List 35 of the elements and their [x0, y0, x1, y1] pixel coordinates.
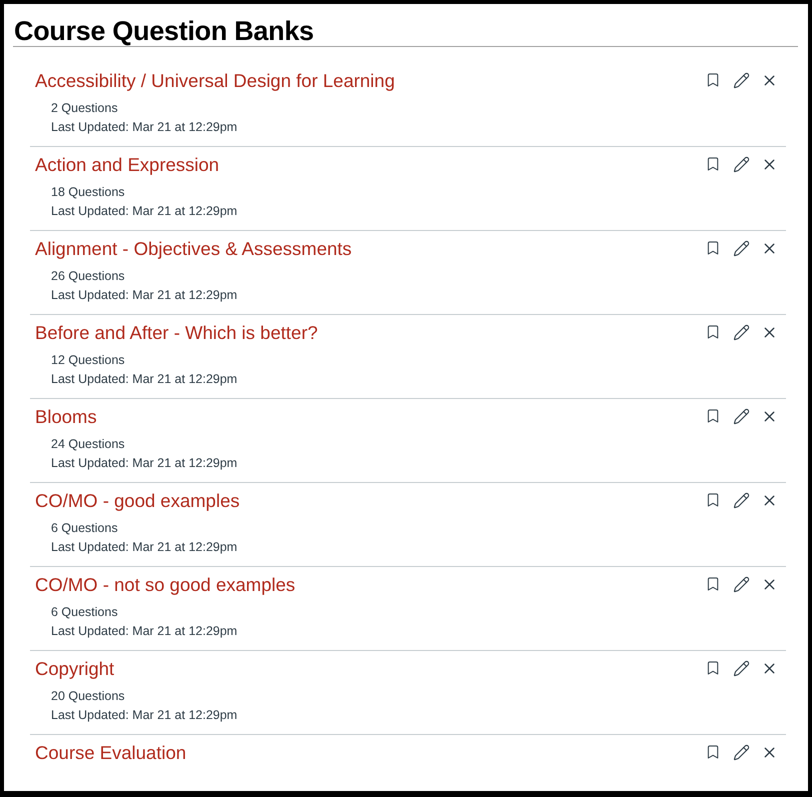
- question-count: 6 Questions: [50, 604, 119, 621]
- last-updated: Last Updated: Mar 21 at 12:29pm: [50, 539, 238, 556]
- question-count: 2 Questions: [50, 100, 119, 117]
- bank-title-link[interactable]: Blooms: [35, 405, 704, 429]
- bank-title-link[interactable]: Course Evaluation: [35, 741, 704, 765]
- pencil-icon[interactable]: [732, 239, 750, 257]
- last-updated: Last Updated: Mar 21 at 12:29pm: [50, 455, 238, 472]
- question-count: 6 Questions: [50, 520, 119, 537]
- page-title: Course Question Banks: [13, 15, 315, 46]
- bank-title-link[interactable]: CO/MO - good examples: [35, 489, 704, 513]
- bank-title-link[interactable]: Action and Expression: [35, 153, 704, 177]
- last-updated: Last Updated: Mar 21 at 12:29pm: [50, 119, 238, 136]
- pencil-icon[interactable]: [732, 71, 750, 89]
- last-updated: Last Updated: Mar 21 at 12:29pm: [50, 707, 238, 724]
- pencil-icon[interactable]: [732, 743, 750, 761]
- pencil-icon[interactable]: [732, 659, 750, 677]
- bank-title-link[interactable]: Before and After - Which is better?: [35, 321, 704, 345]
- question-count: 18 Questions: [50, 184, 126, 201]
- bank-title-link[interactable]: Copyright: [35, 657, 704, 681]
- pencil-icon[interactable]: [732, 323, 750, 341]
- question-count: 26 Questions: [50, 268, 126, 285]
- pencil-icon[interactable]: [732, 155, 750, 173]
- pencil-icon[interactable]: [732, 491, 750, 509]
- last-updated: Last Updated: Mar 21 at 12:29pm: [50, 287, 238, 304]
- pencil-icon[interactable]: [732, 575, 750, 593]
- question-count: 12 Questions: [50, 352, 126, 369]
- question-count: 20 Questions: [50, 688, 126, 705]
- last-updated: Last Updated: Mar 21 at 12:29pm: [50, 203, 238, 220]
- pencil-icon[interactable]: [732, 407, 750, 425]
- bank-title-link[interactable]: CO/MO - not so good examples: [35, 573, 704, 597]
- bank-title-link[interactable]: Alignment - Objectives & Assessments: [35, 237, 704, 261]
- last-updated: Last Updated: Mar 21 at 12:29pm: [50, 623, 238, 640]
- last-updated: Last Updated: Mar 21 at 12:29pm: [50, 371, 238, 388]
- question-count: 24 Questions: [50, 436, 126, 453]
- bank-title-link[interactable]: Accessibility / Universal Design for Learning: [35, 69, 704, 93]
